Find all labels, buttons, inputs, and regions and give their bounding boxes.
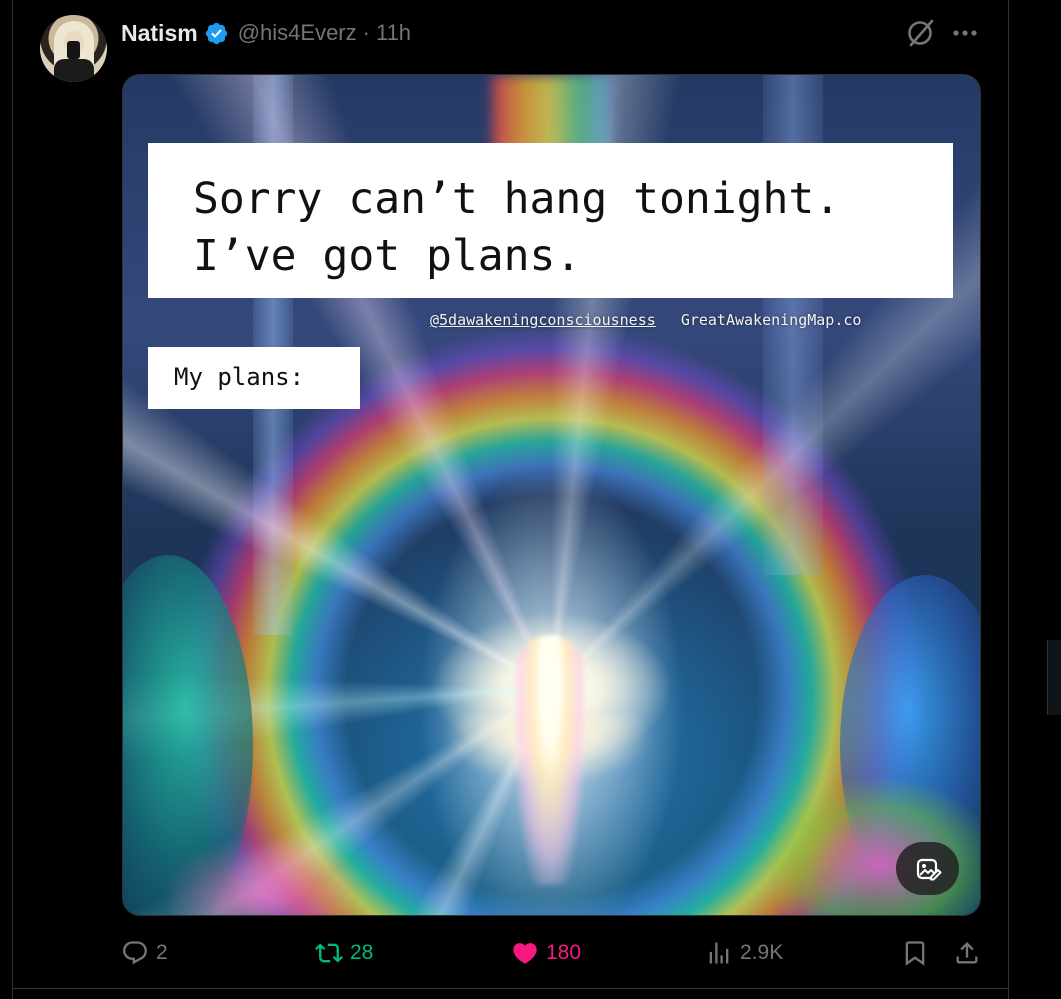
repost-button[interactable]: 28	[315, 934, 373, 972]
author-name[interactable]: Natism	[121, 20, 198, 47]
repost-icon	[315, 943, 343, 963]
meme-caption-text: Sorry can’t hang tonight. I’ve got plans…	[193, 174, 841, 281]
watermark-site: GreatAwakeningMap.co	[680, 311, 862, 329]
avatar-body	[54, 59, 94, 82]
separator-dot: ·	[362, 20, 370, 45]
watermark-handle: @5dawakeningconsciousness	[430, 311, 656, 329]
grok-icon	[908, 19, 934, 47]
reply-icon	[123, 941, 147, 965]
sidebar-edge	[1047, 640, 1061, 715]
bookmark-button[interactable]	[901, 934, 929, 972]
views-button[interactable]: 2.9K	[705, 934, 783, 972]
like-button[interactable]: 180	[511, 934, 581, 972]
media-edit-icon	[916, 858, 941, 880]
like-count: 180	[546, 941, 582, 964]
column-border-right	[1008, 0, 1009, 999]
meme-caption-box: Sorry can’t hang tonight. I’ve got plans…	[148, 143, 953, 298]
verified-badge-icon[interactable]	[204, 21, 229, 46]
image-edit-button[interactable]	[896, 842, 959, 895]
post-divider	[12, 988, 1009, 989]
action-bar: 2 28 180 2.9K	[121, 934, 991, 972]
bookmark-icon	[905, 941, 925, 966]
avatar-phone	[67, 41, 80, 59]
meme-plans-text: My plans:	[174, 363, 305, 391]
share-button[interactable]	[953, 934, 981, 972]
post-image[interactable]: Sorry can’t hang tonight. I’ve got plans…	[122, 74, 981, 916]
repost-count: 28	[350, 941, 374, 964]
column-border-left	[12, 0, 13, 999]
reply-button[interactable]: 2	[121, 934, 168, 972]
views-count: 2.9K	[740, 941, 784, 964]
share-icon	[956, 942, 978, 964]
more-icon	[953, 30, 977, 36]
post-header: Natism @his4Everz · 11h	[121, 18, 411, 48]
image-watermark: @5dawakeningconsciousness GreatAwakening…	[430, 311, 950, 329]
meme-plans-box: My plans:	[148, 347, 360, 409]
reply-count: 2	[156, 941, 168, 964]
views-icon	[709, 942, 729, 964]
post-time[interactable]: 11h	[376, 20, 411, 46]
image-glowing-figure	[515, 635, 585, 885]
avatar[interactable]	[40, 15, 107, 82]
heart-icon	[513, 943, 537, 964]
more-button[interactable]	[950, 20, 980, 46]
grok-button[interactable]	[903, 18, 937, 48]
author-handle[interactable]: @his4Everz	[238, 20, 357, 46]
